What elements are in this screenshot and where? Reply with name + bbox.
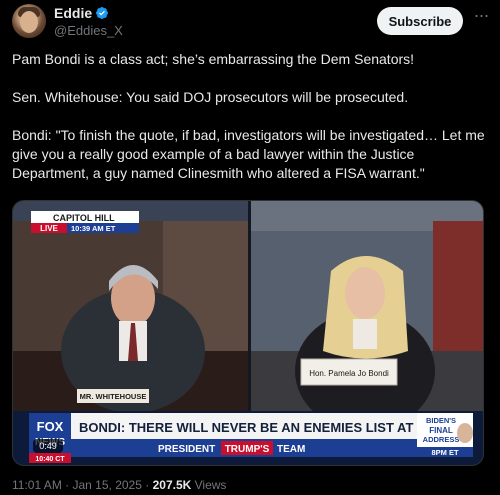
name-row: Eddie: [54, 5, 109, 21]
tweet-paragraph: Bondi: "To finish the quote, if bad, inv…: [12, 127, 485, 181]
promo-time: 8PM ET: [431, 448, 459, 457]
tweet-text: Pam Bondi is a class act; she’s embarras…: [12, 50, 488, 183]
more-horizontal-icon[interactable]: ···: [471, 6, 491, 29]
tweet-header: Eddie @Eddies_X Subscribe ···: [12, 4, 491, 40]
tweet-meta: 11:01 AM · Jan 15, 2025 · 207.5K Views: [12, 478, 226, 492]
live-badge: LIVE: [40, 224, 58, 233]
small-time: 10:40 CT: [35, 456, 65, 463]
avatar[interactable]: [12, 4, 46, 38]
tweet-paragraph: Pam Bondi is a class act; she’s embarras…: [12, 51, 415, 67]
subline-highlight: TRUMP'S: [225, 444, 270, 455]
subscribe-button[interactable]: Subscribe: [377, 7, 463, 35]
video-player[interactable]: MR. WHITEHOUSE Hon. Pamela Jo Bondi CAPI…: [12, 200, 484, 466]
location-tag: CAPITOL HILL: [53, 213, 115, 223]
video-duration: 0:49: [39, 441, 57, 451]
video-frame: MR. WHITEHOUSE Hon. Pamela Jo Bondi CAPI…: [13, 201, 483, 465]
subline-prefix: PRESIDENT: [158, 444, 215, 455]
network-logo-top: FOX: [37, 419, 64, 434]
meta-separator: ·: [65, 478, 70, 492]
tweet-date[interactable]: Jan 15, 2025: [73, 478, 142, 492]
views-count: 207.5K: [152, 478, 192, 492]
live-time: 10:39 AM ET: [71, 224, 116, 233]
author-handle[interactable]: @Eddies_X: [54, 23, 123, 38]
promo-line2: FINAL: [429, 426, 453, 435]
headline: BONDI: THERE WILL NEVER BE AN ENEMIES LI…: [79, 420, 444, 435]
views-label: Views: [194, 478, 227, 492]
right-nameplate: Hon. Pamela Jo Bondi: [309, 369, 389, 378]
author-display-name[interactable]: Eddie: [54, 5, 92, 21]
promo-line3: ADDRESS: [423, 435, 460, 444]
meta-separator: ·: [145, 478, 150, 492]
left-nameplate: MR. WHITEHOUSE: [80, 392, 147, 401]
avatar-face: [20, 11, 38, 33]
tweet-post: Eddie @Eddies_X Subscribe ··· Pam Bondi …: [0, 0, 500, 495]
tweet-time[interactable]: 11:01 AM: [12, 478, 62, 492]
promo-line1: BIDEN'S: [426, 416, 456, 425]
subline-suffix: TEAM: [277, 444, 305, 455]
tweet-paragraph: Sen. Whitehouse: You said DOJ prosecutor…: [12, 89, 409, 105]
verified-badge-icon: [96, 7, 109, 19]
